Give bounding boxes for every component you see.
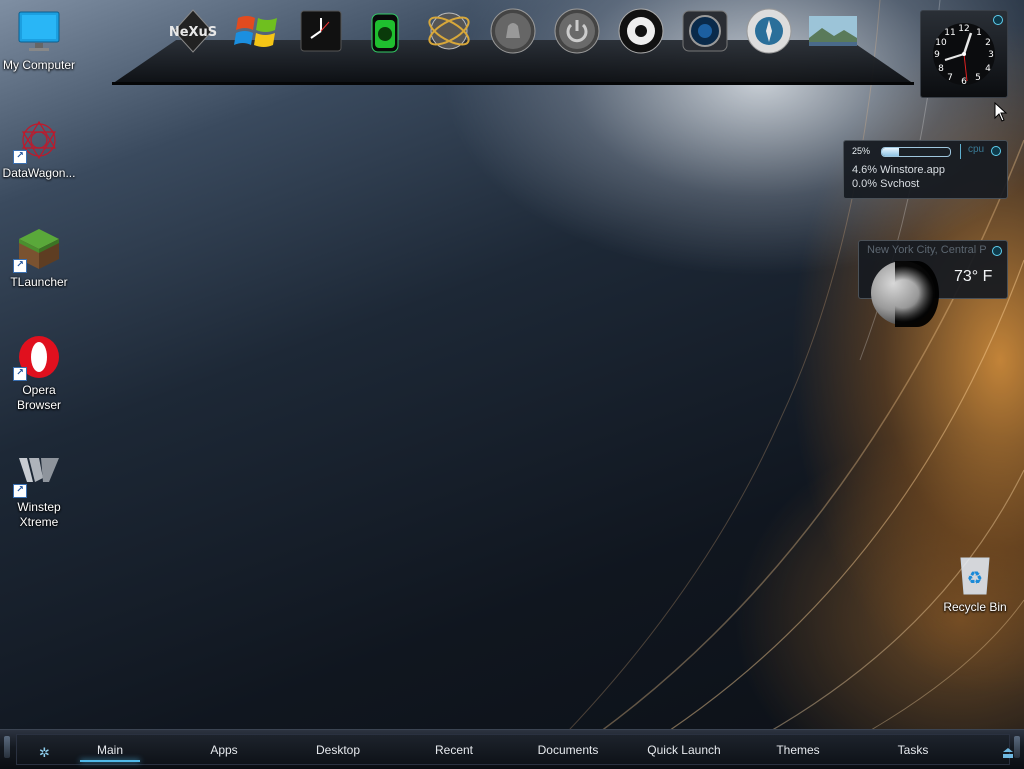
cpu-meter-widget[interactable]: 25% cpu 4.6% Winstore.app 0.0% Svchost (843, 140, 1008, 199)
tab-recent[interactable]: Recent (425, 743, 483, 757)
dock-item-camera[interactable] (680, 6, 730, 56)
clock-number: 11 (944, 28, 955, 38)
cpu-label: cpu (968, 144, 985, 155)
tab-tasks[interactable]: Tasks (889, 743, 937, 757)
widget-menu-dot[interactable] (993, 15, 1003, 25)
dock-item-photo[interactable] (808, 6, 858, 56)
desktop-icon-datawagon[interactable]: ↗ DataWagon... (0, 118, 78, 181)
shortcut-arrow-icon: ↗ (13, 150, 27, 164)
dock-shelf-edge (112, 82, 914, 85)
desktop-icon-label: Opera Browser (16, 383, 61, 412)
dock-item-nexus[interactable]: NeXuS (168, 6, 218, 56)
clock-number: 9 (934, 50, 940, 60)
dock-item-globe[interactable] (424, 6, 474, 56)
bell-icon (490, 8, 536, 54)
globe-network-icon (428, 12, 470, 50)
desktop-icon-label: Recycle Bin (943, 600, 1007, 614)
dock-item-compass[interactable] (744, 6, 794, 56)
tab-documents[interactable]: Documents (529, 743, 607, 757)
cpu-process-line: 0.0% Svchost (852, 178, 920, 190)
nexus-logo-icon: NeXuS (169, 9, 217, 53)
desktop-icon-label: DataWagon... (2, 166, 76, 180)
clock-number: 8 (938, 64, 944, 74)
shortcut-arrow-icon: ↗ (13, 484, 27, 498)
recycle-biohazard-bin-icon (371, 13, 399, 53)
shortcut-arrow-icon: ↗ (13, 259, 27, 273)
desktop-icon-label: TLauncher (10, 275, 68, 289)
taskbar-left-grip[interactable] (4, 736, 10, 758)
weather-temperature: 73° F (954, 268, 993, 285)
clock-icon (300, 10, 342, 52)
desktop-icon-winstep[interactable]: ↗ Winstep Xtreme (0, 452, 78, 530)
datawagon-icon: ↗ (13, 118, 61, 164)
compass-browser-icon (746, 8, 792, 54)
tab-desktop[interactable]: Desktop (307, 743, 369, 757)
desktop-icon-opera[interactable]: ↗ Opera Browser (0, 335, 78, 413)
clock-number: 5 (975, 73, 981, 83)
widget-menu-dot[interactable] (992, 246, 1002, 256)
dock-item-power[interactable] (552, 6, 602, 56)
cpu-process-line: 4.6% Winstore.app (852, 164, 945, 176)
cpu-separator (960, 144, 961, 159)
desktop-icon-tlauncher[interactable]: ↗ TLauncher (0, 227, 78, 290)
cpu-usage-fill (882, 148, 899, 156)
gear-icon[interactable]: ✲ (39, 747, 50, 760)
tab-quick-launch[interactable]: Quick Launch (639, 743, 729, 757)
clock-number: 7 (947, 73, 953, 83)
widget-menu-dot[interactable] (991, 146, 1001, 156)
desktop-icon-my-computer[interactable]: My Computer (0, 10, 78, 73)
active-tab-indicator (80, 760, 140, 762)
tab-apps[interactable]: Apps (200, 743, 248, 757)
monitor-icon (17, 10, 61, 54)
clock-number: 12 (958, 24, 969, 34)
shortcut-arrow-icon: ↗ (13, 367, 27, 381)
nexus-logo-text: NeXuS (169, 25, 217, 40)
clock-number: 3 (988, 50, 994, 60)
wallpaper-streaks (539, 0, 1024, 768)
recycle-bin-icon: ♻ (953, 552, 997, 596)
dock-item-clock[interactable] (296, 6, 346, 56)
svg-text:♻: ♻ (967, 568, 983, 589)
dock-item-biohazard-bin[interactable] (360, 6, 410, 56)
collapse-icon[interactable] (1003, 748, 1013, 758)
clock-number: 10 (935, 38, 947, 48)
dock-item-speaker[interactable] (616, 6, 666, 56)
desktop-icon-label: Winstep Xtreme (17, 500, 61, 529)
winstep-logo-icon: ↗ (13, 452, 61, 498)
taskbar: ✲ Main Apps Desktop Recent Documents Qui… (0, 729, 1024, 769)
tab-main[interactable]: Main (87, 743, 133, 757)
camera-lens-icon (682, 10, 728, 52)
clock-widget[interactable]: 12 1 2 3 4 5 6 7 8 9 10 11 (920, 10, 1008, 98)
power-icon (554, 8, 600, 54)
speaker-eyeball-icon (618, 8, 664, 54)
desktop-icon-recycle-bin[interactable]: ♻ Recycle Bin (936, 552, 1014, 615)
dock-item-windows[interactable] (232, 6, 282, 56)
desktop-icon-label: My Computer (2, 58, 76, 72)
taskbar-right-grip[interactable] (1014, 736, 1020, 758)
cpu-usage-bar (881, 147, 951, 157)
moon-shadow (895, 261, 939, 327)
dock-item-bell[interactable] (488, 6, 538, 56)
taskbar-tabs-bar: ✲ Main Apps Desktop Recent Documents Qui… (16, 734, 1013, 765)
grass-block-icon: ↗ (13, 227, 61, 273)
opera-logo-icon: ↗ (13, 335, 61, 381)
windows-flag-icon (234, 16, 277, 47)
clock-number: 2 (985, 38, 991, 48)
weather-location: New York City, Central P (867, 244, 987, 256)
tab-themes[interactable]: Themes (769, 743, 827, 757)
cpu-percent: 25% (852, 146, 871, 156)
landscape-photo-icon (809, 16, 857, 46)
mouse-cursor-icon (994, 102, 1008, 122)
clock-number: 4 (985, 64, 991, 74)
clock-number: 1 (976, 28, 982, 38)
